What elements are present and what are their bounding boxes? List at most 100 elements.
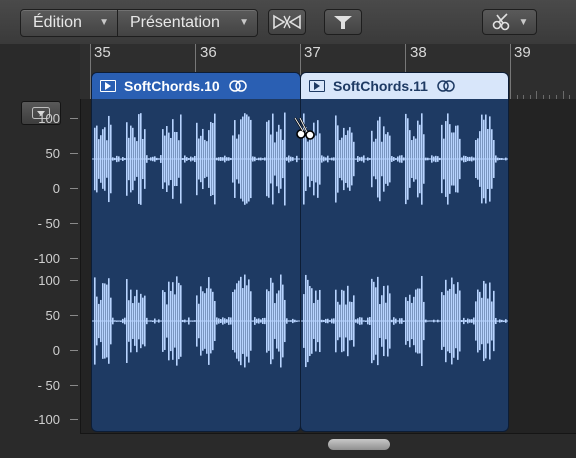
waveform-sample (206, 141, 208, 177)
waveform-sample (110, 297, 112, 345)
waveform-sample (288, 155, 290, 163)
waveform-sample (128, 137, 130, 181)
waveform-sample (196, 295, 198, 347)
scale-tick (70, 385, 78, 386)
waveform-sample (124, 317, 126, 325)
waveform-sample (389, 135, 391, 183)
horizontal-scrollbar[interactable] (80, 433, 576, 458)
waveform-sample (234, 289, 236, 353)
amplitude-label: 100 (38, 111, 60, 126)
waveform-sample (96, 296, 98, 346)
view-menu-label: Présentation (130, 14, 220, 31)
waveform-sample (294, 319, 296, 323)
audio-region[interactable]: SoftChords.10 (91, 72, 301, 432)
waveform-sample (136, 289, 138, 353)
waveform-sample (290, 156, 292, 162)
waveform-sample (359, 317, 361, 325)
waveform-sample (154, 156, 156, 162)
waveform-sample (445, 279, 447, 363)
waveform-sample (106, 140, 108, 178)
waveform-sample (459, 290, 461, 352)
waveform-sample (385, 134, 387, 184)
waveform-sample (214, 113, 216, 205)
view-menu[interactable]: Présentation ▼ (118, 10, 257, 36)
region-header[interactable]: SoftChords.10 (92, 73, 300, 99)
waveform-sample (447, 113, 449, 205)
audio-region[interactable]: SoftChords.11 (300, 72, 509, 432)
waveform-sample (272, 282, 274, 360)
waveform-sample (118, 320, 120, 322)
waveform-sample (176, 132, 178, 186)
region-name: SoftChords.10 (124, 78, 220, 94)
waveform-sample (499, 158, 501, 160)
waveform-sample (351, 301, 353, 341)
waveform-sample (146, 155, 148, 163)
waveform-sample (224, 155, 226, 163)
ruler-tick (549, 95, 551, 99)
waveform-sample (248, 116, 250, 202)
scale-tick (70, 258, 78, 259)
waveform-sample (238, 134, 240, 184)
waveform-sample (164, 135, 166, 183)
edit-menu[interactable]: Édition ▼ (21, 10, 117, 36)
waveform-sample (242, 116, 244, 202)
waveform-sample (276, 131, 278, 187)
waveform-sample (160, 320, 162, 322)
waveform-sample (427, 157, 429, 161)
region-header[interactable]: SoftChords.11 (301, 73, 508, 99)
waveform-sample (148, 158, 150, 160)
waveform-sample (329, 320, 331, 322)
waveform-sample (102, 129, 104, 189)
waveform-sample (166, 126, 168, 192)
waveform-sample (284, 299, 286, 343)
waveform-sample (156, 157, 158, 161)
amplitude-label: - 50 (37, 216, 60, 231)
waveform-sample (461, 319, 463, 323)
waveform-sample (405, 113, 407, 205)
waveform-sample (262, 317, 264, 325)
waveform-sample (311, 137, 313, 181)
tool-menu-button[interactable]: ▼ (482, 9, 537, 35)
waveform-sample (192, 157, 194, 161)
waveform-sample (451, 277, 453, 365)
waveform-sample (120, 320, 122, 322)
waveform-sample (176, 276, 178, 366)
waveform-sample (399, 318, 401, 324)
snap-button[interactable] (268, 9, 306, 35)
waveform-sample (339, 140, 341, 178)
waveform-sample (431, 155, 433, 163)
waveform (301, 113, 508, 368)
waveform-sample (264, 317, 266, 325)
waveform-sample (321, 319, 323, 323)
waveform-sample (102, 283, 104, 359)
waveform-sample (282, 284, 284, 358)
waveform-sample (497, 157, 499, 161)
edit-menu-label: Édition (33, 14, 82, 31)
waveform-sample (475, 139, 477, 179)
waveform-sample (469, 156, 471, 162)
waveform-sample (160, 155, 162, 163)
waveform-sample (477, 138, 479, 180)
ruler-tick (523, 95, 525, 99)
waveform-sample (104, 283, 106, 359)
waveform-sample (491, 129, 493, 189)
waveform-sample (323, 156, 325, 162)
waveform-sample (226, 157, 228, 161)
waveform-sample (443, 295, 445, 347)
waveform-sample (503, 158, 505, 160)
waveform-sample (114, 320, 116, 322)
waveform-sample (108, 115, 110, 203)
scrollbar-thumb[interactable] (328, 439, 390, 450)
waveform-sample (493, 140, 495, 178)
waveform-sample (206, 288, 208, 354)
flex-button[interactable] (324, 9, 362, 35)
waveform-sample (286, 157, 288, 161)
waveform-sample (192, 320, 194, 322)
waveform-sample (126, 122, 128, 196)
waveform-sample (282, 139, 284, 179)
waveform-sample (212, 122, 214, 196)
waveform-sample (481, 297, 483, 345)
ruler-tick (562, 91, 564, 99)
waveform-sample (216, 157, 218, 161)
waveform-sample (463, 317, 465, 325)
